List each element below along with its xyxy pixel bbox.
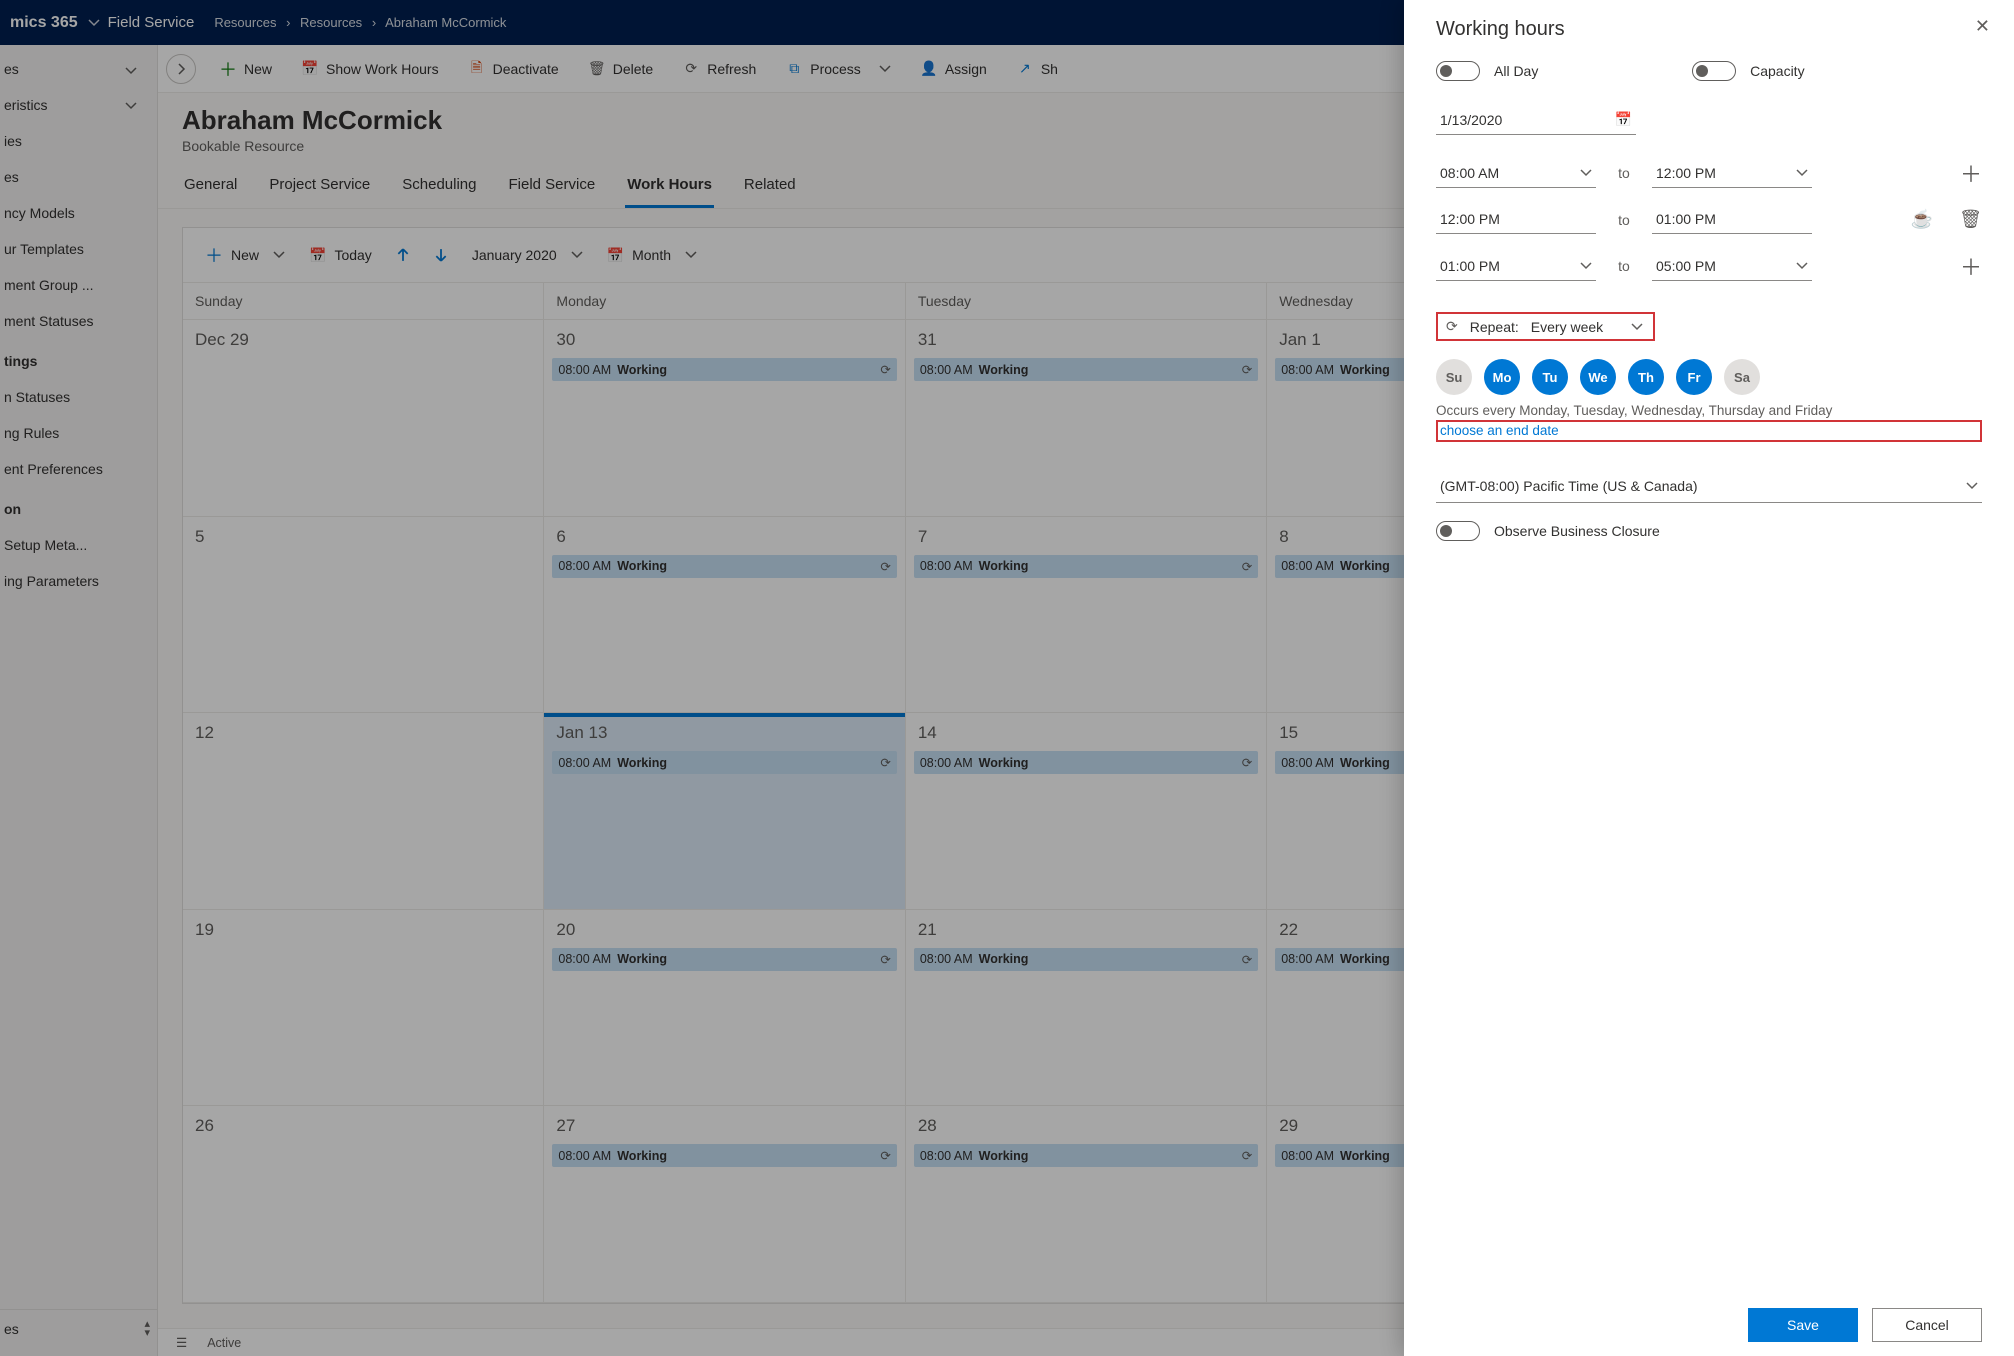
day-chip-th[interactable]: Th xyxy=(1628,359,1664,395)
time-select[interactable]: 05:00 PM xyxy=(1652,252,1812,281)
time-select[interactable]: 01:00 PM xyxy=(1436,252,1596,281)
day-chip-mo[interactable]: Mo xyxy=(1484,359,1520,395)
time-select[interactable]: 01:00 PM xyxy=(1652,205,1812,234)
day-chip-tu[interactable]: Tu xyxy=(1532,359,1568,395)
delete-slot-icon[interactable]: 🗑 xyxy=(1959,209,1982,230)
to-label: to xyxy=(1614,165,1634,181)
capacity-toggle[interactable] xyxy=(1692,61,1736,81)
repeat-label: Repeat: xyxy=(1470,319,1519,335)
all-day-label: All Day xyxy=(1494,63,1538,79)
repeat-icon: ⟳ xyxy=(1446,318,1458,335)
all-day-toggle[interactable] xyxy=(1436,61,1480,81)
date-input[interactable]: 1/13/2020 📅 xyxy=(1436,105,1636,135)
panel-title: Working hours xyxy=(1436,18,1982,41)
day-chip-fr[interactable]: Fr xyxy=(1676,359,1712,395)
day-chip-sa[interactable]: Sa xyxy=(1724,359,1760,395)
timezone-value: (GMT-08:00) Pacific Time (US & Canada) xyxy=(1440,478,1698,494)
add-slot-icon[interactable]: ＋ xyxy=(1960,157,1982,189)
day-chip-su[interactable]: Su xyxy=(1436,359,1472,395)
repeat-value: Every week xyxy=(1531,319,1603,335)
add-slot-icon[interactable]: ＋ xyxy=(1960,250,1982,282)
time-slot: 08:00 AM to 12:00 PM ＋ xyxy=(1436,157,1982,189)
working-hours-panel: ✕ Working hours All Day Capacity 1/13/20… xyxy=(1404,0,2014,1356)
observe-closure-toggle[interactable] xyxy=(1436,521,1480,541)
occurs-text: Occurs every Monday, Tuesday, Wednesday,… xyxy=(1436,403,1982,418)
capacity-label: Capacity xyxy=(1750,63,1804,79)
weekday-chips: Su Mo Tu We Th Fr Sa xyxy=(1436,359,1982,395)
calendar-icon: 📅 xyxy=(1615,111,1632,128)
time-select[interactable]: 12:00 PM xyxy=(1652,159,1812,188)
time-select[interactable]: 12:00 PM xyxy=(1436,205,1596,234)
cancel-button[interactable]: Cancel xyxy=(1872,1308,1982,1342)
day-chip-we[interactable]: We xyxy=(1580,359,1616,395)
date-value: 1/13/2020 xyxy=(1440,112,1502,128)
repeat-selector[interactable]: ⟳ Repeat: Every week xyxy=(1436,312,1655,341)
timezone-select[interactable]: (GMT-08:00) Pacific Time (US & Canada) xyxy=(1436,470,1982,503)
break-icon[interactable]: ☕ xyxy=(1911,209,1933,230)
time-slot: 12:00 PM to 01:00 PM ☕ 🗑 xyxy=(1436,205,1982,234)
to-label: to xyxy=(1614,258,1634,274)
close-icon[interactable]: ✕ xyxy=(1975,16,1990,37)
time-slot: 01:00 PM to 05:00 PM ＋ xyxy=(1436,250,1982,282)
observe-closure-label: Observe Business Closure xyxy=(1494,523,1660,539)
choose-end-date-link[interactable]: choose an end date xyxy=(1436,420,1982,442)
to-label: to xyxy=(1614,212,1634,228)
time-select[interactable]: 08:00 AM xyxy=(1436,159,1596,188)
save-button[interactable]: Save xyxy=(1748,1308,1858,1342)
